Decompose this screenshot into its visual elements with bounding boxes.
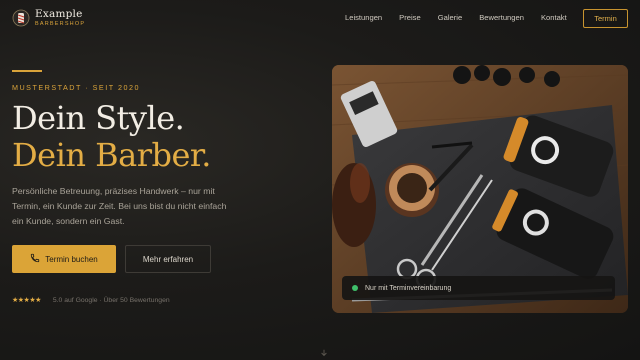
book-appointment-button[interactable]: Termin buchen xyxy=(12,245,116,273)
nav-links: Leistungen Preise Galerie Bewertungen Ko… xyxy=(345,13,584,22)
nav-link-galerie[interactable]: Galerie xyxy=(438,13,462,22)
nav-termin-button[interactable]: Termin xyxy=(583,9,628,28)
nav-link-preise[interactable]: Preise xyxy=(399,13,421,22)
hero-eyebrow: MUSTERSTADT · SEIT 2020 xyxy=(12,83,140,92)
brand-name: Example xyxy=(35,8,83,20)
top-navigation: Example BARBERSHOP Leistungen Preise Gal… xyxy=(0,0,640,36)
brand-tagline: BARBERSHOP xyxy=(35,20,86,27)
nav-link-leistungen[interactable]: Leistungen xyxy=(345,13,382,22)
chevron-down-icon[interactable] xyxy=(320,349,328,359)
headline-line-2: Dein Barber. xyxy=(12,136,211,174)
rating-stars: ★★★★★ xyxy=(12,297,41,304)
hero-description: Persönliche Betreuung, präzises Handwerk… xyxy=(12,186,227,226)
hero-headline: Dein Style. Dein Barber. xyxy=(12,100,211,174)
appointment-only-badge: Nur mit Terminvereinbarung xyxy=(342,276,615,300)
status-dot-icon xyxy=(352,285,358,291)
phone-icon xyxy=(30,253,40,265)
headline-line-1: Dein Style. xyxy=(12,99,185,137)
book-appointment-label: Termin buchen xyxy=(45,254,98,264)
google-rating: ★★★★★ 5.0 auf Google · Über 50 Bewertung… xyxy=(12,296,170,305)
nav-link-kontakt[interactable]: Kontakt xyxy=(541,13,567,22)
brand-logo[interactable]: Example BARBERSHOP xyxy=(12,9,85,27)
barber-logo-icon xyxy=(12,9,30,27)
badge-text: Nur mit Terminvereinbarung xyxy=(365,284,452,292)
learn-more-button[interactable]: Mehr erfahren xyxy=(125,245,211,273)
nav-link-bewertungen[interactable]: Bewertungen xyxy=(479,13,524,22)
accent-divider xyxy=(12,70,42,72)
rating-text: 5.0 auf Google · Über 50 Bewertungen xyxy=(52,296,170,304)
